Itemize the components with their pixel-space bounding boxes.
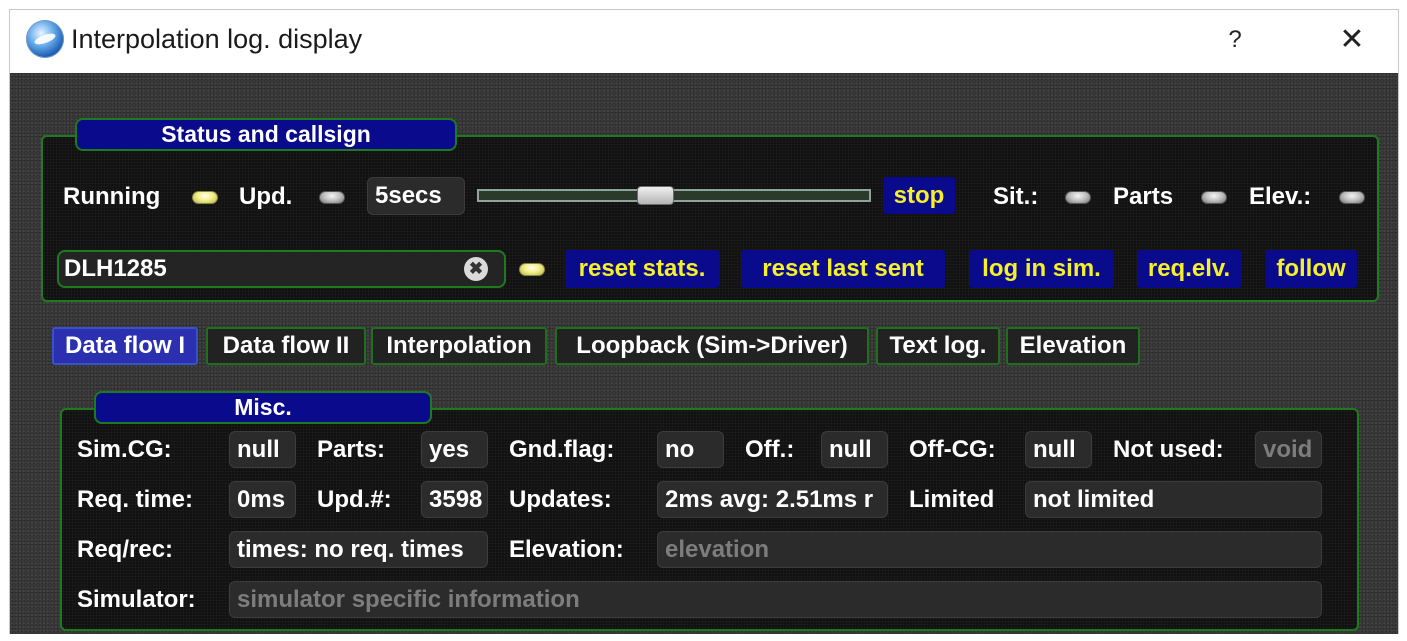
offcg-value: null: [1025, 431, 1092, 468]
follow-button[interactable]: follow: [1265, 250, 1357, 288]
tab-interpolation[interactable]: Interpolation: [371, 327, 547, 365]
log-in-sim-button[interactable]: log in sim.: [969, 250, 1114, 288]
interval-display: 5secs: [367, 177, 465, 215]
window-title: Interpolation log. display: [71, 24, 363, 54]
elevation-label: Elevation:: [509, 536, 624, 563]
limited-value: not limited: [1025, 481, 1322, 518]
running-led: [192, 191, 218, 204]
updates-value: 2ms avg: 2.51ms r: [657, 481, 888, 518]
gndflag-value: no: [657, 431, 724, 468]
simcg-label: Sim.CG:: [77, 436, 172, 463]
misc-group: Sim.CG: null Parts: yes Gnd.flag: no Off…: [60, 408, 1359, 631]
tab-data-flow-2[interactable]: Data flow II: [206, 327, 366, 365]
help-button[interactable]: ?: [1215, 20, 1255, 60]
notused-label: Not used:: [1113, 436, 1224, 463]
reqrec-value: times: no req. times: [229, 531, 488, 568]
reqtime-value: 0ms: [229, 481, 296, 518]
reqtime-label: Req. time:: [77, 486, 194, 513]
tab-loopback[interactable]: Loopback (Sim->Driver): [555, 327, 869, 365]
tab-text-log[interactable]: Text log.: [876, 327, 1000, 365]
status-group: Running Upd. 5secs stop Sit.: Parts Elev…: [41, 135, 1379, 302]
app-logo-icon: [26, 20, 64, 58]
notused-value: void: [1255, 431, 1322, 468]
clear-icon[interactable]: ✖: [464, 257, 488, 281]
running-label: Running: [63, 183, 161, 210]
updnum-label: Upd.#:: [317, 486, 392, 513]
offcg-label: Off-CG:: [909, 436, 996, 463]
callsign-led: [519, 263, 545, 276]
updnum-value: 3598: [421, 481, 488, 518]
sit-led: [1065, 191, 1091, 204]
parts-value: yes: [421, 431, 488, 468]
gndflag-label: Gnd.flag:: [509, 436, 615, 463]
tab-elevation[interactable]: Elevation: [1006, 327, 1140, 365]
tab-data-flow-1[interactable]: Data flow I: [52, 327, 198, 365]
callsign-input[interactable]: DLH1285: [57, 250, 506, 288]
close-icon[interactable]: ✕: [1332, 20, 1372, 60]
parts-led: [1201, 191, 1227, 204]
parts-misc-label: Parts:: [317, 436, 386, 463]
content-area: Running Upd. 5secs stop Sit.: Parts Elev…: [10, 73, 1398, 634]
interval-slider[interactable]: [477, 189, 871, 202]
upd-led: [319, 191, 345, 204]
off-value: null: [821, 431, 888, 468]
off-label: Off.:: [745, 436, 795, 463]
updates-label: Updates:: [509, 486, 612, 513]
sit-label: Sit.:: [993, 183, 1039, 210]
reset-last-sent-button[interactable]: reset last sent: [741, 250, 945, 288]
elev-led: [1339, 191, 1365, 204]
interpolation-log-window: Interpolation log. display ? ✕ Running U…: [9, 9, 1399, 634]
misc-group-title: Misc.: [94, 391, 432, 424]
reset-stats-button[interactable]: reset stats.: [565, 250, 719, 288]
reqrec-label: Req/rec:: [77, 536, 174, 563]
title-bar: Interpolation log. display ? ✕: [10, 10, 1398, 73]
status-group-title: Status and callsign: [75, 118, 457, 151]
elevation-field: elevation: [657, 531, 1322, 568]
upd-label: Upd.: [239, 183, 293, 210]
limited-label: Limited: [909, 486, 995, 513]
parts-label: Parts: [1113, 183, 1174, 210]
stop-button[interactable]: stop: [883, 177, 955, 214]
elev-label: Elev.:: [1249, 183, 1312, 210]
simulator-label: Simulator:: [77, 586, 196, 613]
simulator-info-field: simulator specific information: [229, 581, 1322, 618]
req-elv-button[interactable]: req.elv.: [1137, 250, 1241, 288]
slider-thumb[interactable]: [637, 186, 674, 205]
simcg-value: null: [229, 431, 296, 468]
